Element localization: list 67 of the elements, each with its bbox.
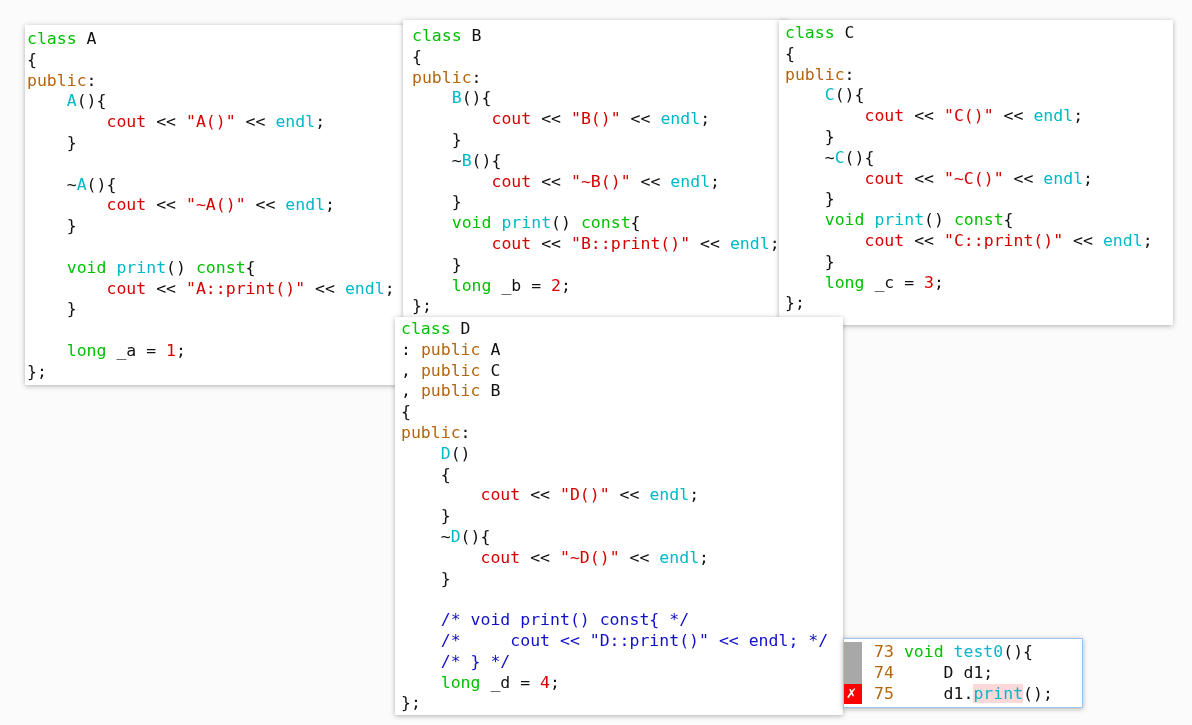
code-line: }; [27, 361, 47, 383]
code-line: B(){ [450, 88, 492, 110]
code-line: } [450, 192, 462, 214]
code-line: cout << "B::print()" << endl; [490, 233, 780, 255]
code-line: long _d = 4; [439, 672, 560, 694]
code-line: void print() const{ [65, 257, 256, 279]
code-line: cout << "~C()" << endl; [863, 168, 1093, 190]
code-line: public: [412, 67, 482, 89]
code-line: cout << "D()" << endl; [479, 485, 700, 507]
code-line: void test0(){ [903, 642, 1034, 663]
code-line: : public A [401, 339, 501, 361]
code-line: long _a = 1; [65, 340, 186, 362]
code-line: } [439, 568, 451, 590]
code-line: }; [785, 293, 805, 315]
code-line: } [65, 216, 77, 237]
code-line: cout << "A()" << endl; [105, 112, 326, 133]
code-line: class D [401, 319, 471, 340]
code-line: public: [27, 70, 97, 92]
code-line: C(){ [823, 85, 865, 107]
code-line: /* void print() const{ */ [439, 610, 690, 631]
error-marker: ✗ [844, 683, 862, 705]
code-line: cout << "~D()" << endl; [479, 547, 709, 569]
code-line: } [823, 251, 835, 273]
code-line: long _b = 2; [450, 275, 571, 297]
code-line: class B [412, 26, 482, 47]
code-line: ~B(){ [450, 150, 502, 172]
code-line: ~A(){ [65, 174, 117, 196]
code-line: cout << "C()" << endl; [863, 106, 1084, 127]
code-line: { [412, 46, 422, 68]
code-line: } [450, 254, 462, 276]
code-line: } [65, 133, 77, 154]
code-line: cout << "~B()" << endl; [490, 171, 720, 193]
code-line: { [27, 49, 37, 71]
code-line: } [823, 189, 835, 211]
code-line: cout << "~A()" << endl; [105, 195, 335, 217]
code-line: { [439, 464, 451, 486]
code-line: public: [785, 64, 855, 86]
code-line: } [65, 299, 77, 321]
code-line: { [785, 43, 795, 65]
code-line: }; [412, 296, 432, 318]
code-line: D d1; [942, 662, 994, 684]
code-line: class A [27, 29, 97, 50]
code-line: void print() const{ [823, 210, 1014, 231]
code-line: public: [401, 423, 471, 444]
code-line: A(){ [65, 91, 107, 113]
code-line: } [450, 130, 462, 151]
code-line: , public C [401, 360, 501, 382]
code-line: { [401, 402, 411, 423]
code-line: } [439, 506, 451, 527]
code-line: long _c = 3; [823, 272, 944, 294]
line-number: 75 [874, 683, 894, 705]
line-number: 74 [874, 662, 894, 684]
code-line: }; [401, 693, 421, 715]
code-line: cout << "C::print()" << endl; [863, 230, 1153, 252]
code-line: ~D(){ [439, 526, 491, 548]
code-line: ~C(){ [823, 147, 875, 169]
code-line: class C [785, 23, 855, 44]
code-line: d1.print(); [942, 683, 1053, 705]
code-line: } [823, 127, 835, 148]
code-line: /* } */ [439, 651, 511, 673]
code-line: cout << "B()" << endl; [490, 109, 711, 130]
code-line: D() [439, 443, 471, 465]
code-line: /* cout << "D::print()" << endl; */ [439, 630, 829, 652]
code-line: void print() const{ [450, 213, 641, 234]
line-number: 73 [874, 642, 894, 663]
code-line: , public B [401, 381, 501, 403]
code-line: cout << "A::print()" << endl; [105, 278, 395, 300]
